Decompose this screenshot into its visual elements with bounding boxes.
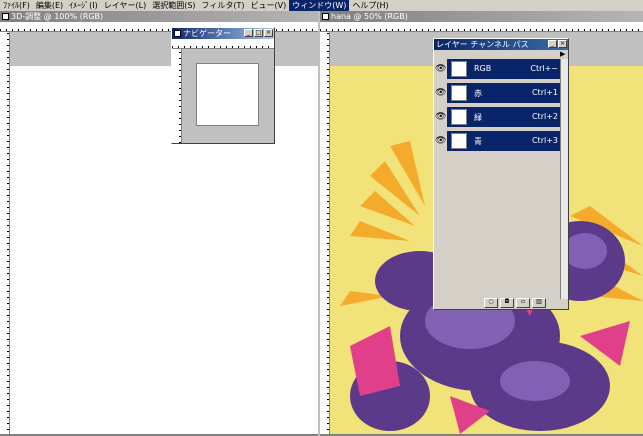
new-channel-button[interactable]: ▫ (516, 298, 530, 308)
minimize-button[interactable]: _ (244, 29, 253, 37)
channel-row[interactable]: 緑 Ctrl+2 (447, 107, 562, 127)
load-selection-button[interactable]: ○ (484, 298, 498, 308)
navigator-ruler-v (172, 49, 182, 143)
document-right-title: hana @ 50% (RGB) (331, 12, 408, 21)
menu-layer[interactable]: レイヤー(L) (101, 0, 149, 11)
channel-row[interactable]: RGB Ctrl+~ (447, 59, 562, 79)
navigator-title: ナビゲーター (183, 29, 231, 38)
palette-footer-buttons: ○ ◘ ▫ ▥ (484, 298, 546, 308)
channel-thumbnail (451, 109, 467, 125)
menu-bar: ﾌｧｲﾙ(F) 編集(E) ｲﾒｰｼﾞ(I) レイヤー(L) 選択範囲(S) フ… (0, 0, 643, 11)
channel-thumbnail (451, 133, 467, 149)
menu-image[interactable]: ｲﾒｰｼﾞ(I) (66, 0, 101, 11)
navigator-titlebar[interactable]: ナビゲーター _ □ × (172, 28, 274, 39)
channels-palette-title: レイヤー チャンネル パス (436, 40, 529, 49)
channel-shortcut: Ctrl+1 (531, 88, 558, 97)
maximize-button[interactable]: □ (254, 29, 263, 37)
menu-help[interactable]: ヘルプ(H) (349, 0, 391, 11)
navigator-window-buttons: _ □ × (244, 29, 273, 37)
delete-channel-icon[interactable]: ▥ (532, 298, 546, 308)
channel-row[interactable]: 赤 Ctrl+1 (447, 83, 562, 103)
channel-name: 青 (474, 137, 482, 146)
channel-shortcut: Ctrl+2 (531, 112, 558, 121)
navigator-palette[interactable]: ナビゲーター _ □ × (171, 27, 275, 144)
channel-shortcut: Ctrl+~ (530, 64, 558, 73)
document-left-titlebar[interactable]: 3D-調整 @ 100% (RGB) (0, 11, 318, 22)
channel-name: 緑 (474, 113, 482, 122)
document-icon (322, 13, 329, 20)
menu-edit[interactable]: 編集(E) (33, 0, 66, 11)
eye-icon[interactable]: 👁 (435, 131, 446, 151)
close-button[interactable]: × (264, 29, 273, 37)
channels-titlebar[interactable]: レイヤー チャンネル パス _ × (434, 39, 568, 50)
menu-file[interactable]: ﾌｧｲﾙ(F) (0, 0, 33, 11)
eye-icon[interactable]: 👁 (435, 59, 446, 79)
eye-icon[interactable]: 👁 (435, 107, 446, 127)
horizontal-ruler[interactable] (320, 22, 643, 32)
palette-menu-arrow-icon[interactable]: ▶ (560, 50, 568, 58)
palette-scrollbar[interactable] (560, 59, 568, 299)
navigator-thumbnail[interactable] (196, 63, 259, 126)
menu-filter[interactable]: フィルタ(T) (199, 0, 248, 11)
menu-view[interactable]: ビュー(V) (248, 0, 290, 11)
vertical-ruler[interactable] (320, 32, 330, 436)
document-right-titlebar[interactable]: hana @ 50% (RGB) (320, 11, 643, 22)
document-icon (2, 13, 9, 20)
channel-name: 赤 (474, 89, 482, 98)
menu-select[interactable]: 選択範囲(S) (149, 0, 198, 11)
navigator-ruler-h (172, 39, 274, 49)
menu-window[interactable]: ウィンドウ(W) (289, 0, 350, 11)
minimize-button[interactable]: _ (548, 40, 557, 48)
save-selection-button[interactable]: ◘ (500, 298, 514, 308)
palette-window-buttons: _ × (548, 40, 567, 48)
channel-thumbnail (451, 61, 467, 77)
document-left-title: 3D-調整 @ 100% (RGB) (11, 12, 104, 21)
channel-thumbnail (451, 85, 467, 101)
channel-shortcut: Ctrl+3 (531, 136, 558, 145)
close-button[interactable]: × (558, 40, 567, 48)
channel-row[interactable]: 青 Ctrl+3 (447, 131, 562, 151)
channels-palette[interactable]: レイヤー チャンネル パス _ × ▶ 👁 RGB Ctrl+~ 👁 赤 Ctr… (433, 38, 569, 310)
eye-icon[interactable]: 👁 (435, 83, 446, 103)
palette-icon (174, 30, 181, 37)
vertical-ruler[interactable] (0, 32, 10, 436)
channel-name: RGB (474, 64, 492, 73)
